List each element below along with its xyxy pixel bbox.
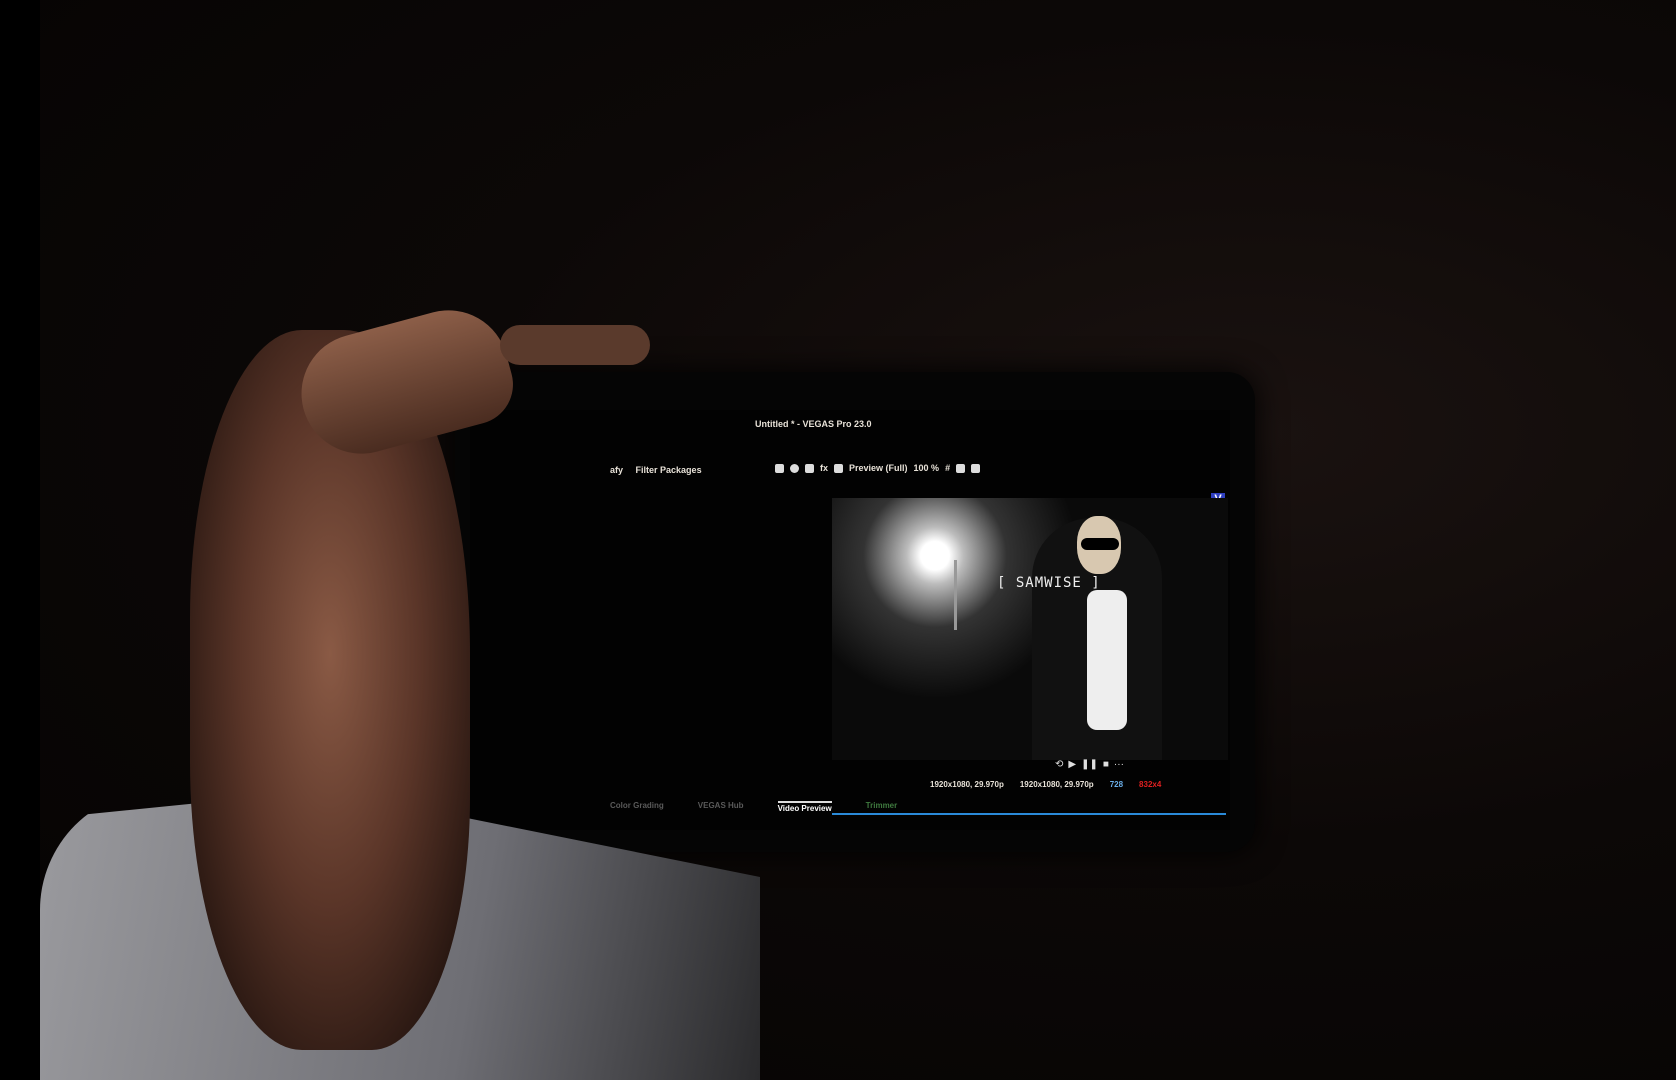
tab-color-grading[interactable]: Color Grading bbox=[610, 801, 664, 813]
tab-vegas-hub[interactable]: VEGAS Hub bbox=[698, 801, 744, 813]
window-tabs: Color Grading VEGAS Hub Video Preview Tr… bbox=[610, 801, 897, 813]
preview-status: 1920x1080, 29.970p 1920x1080, 29.970p 72… bbox=[930, 780, 1161, 789]
accent-line bbox=[832, 813, 1226, 815]
loop-button[interactable]: ⟲ bbox=[1055, 759, 1063, 770]
overlay-icon[interactable] bbox=[834, 463, 844, 473]
more-button[interactable]: ··· bbox=[1114, 759, 1124, 770]
sunglasses bbox=[1081, 538, 1119, 550]
zoom-dropdown[interactable]: 100 % bbox=[914, 463, 940, 473]
preview-quality-dropdown[interactable]: Preview (Full) bbox=[849, 463, 908, 473]
play-button[interactable]: ▶ bbox=[1068, 759, 1076, 770]
grid-icon[interactable]: # bbox=[945, 463, 950, 473]
preview-toolbar: fx Preview (Full) 100 % # bbox=[775, 463, 981, 473]
tab-video-preview[interactable]: Video Preview bbox=[777, 801, 832, 813]
preview-format: 1920x1080, 29.970p bbox=[1019, 780, 1094, 789]
link-icon[interactable] bbox=[805, 463, 814, 473]
tab-partial[interactable]: afy bbox=[610, 465, 623, 475]
video-preview-frame: [ SAMWISE ] bbox=[832, 498, 1228, 760]
fx-icon[interactable]: fx bbox=[820, 463, 828, 473]
window-title: Untitled * - VEGAS Pro 23.0 bbox=[755, 419, 872, 429]
finger bbox=[500, 325, 650, 365]
pause-button[interactable]: ❚❚ bbox=[1081, 759, 1098, 770]
overlay-title-text: [ SAMWISE ] bbox=[997, 575, 1101, 591]
street-lamp bbox=[954, 560, 957, 630]
left-border bbox=[0, 0, 40, 1080]
copy-snapshot-icon[interactable] bbox=[956, 463, 966, 473]
properties-icon[interactable] bbox=[775, 463, 784, 473]
stop-button[interactable]: ■ bbox=[1103, 759, 1109, 770]
project-format: 1920x1080, 29.970p bbox=[930, 780, 1004, 789]
filter-packages-tab[interactable]: Filter Packages bbox=[636, 465, 702, 475]
transport-controls: ⟲ ▶ ❚❚ ■ ··· bbox=[1055, 759, 1124, 770]
save-snapshot-icon[interactable] bbox=[971, 463, 981, 473]
dropped-frames: 832x4 bbox=[1139, 780, 1162, 789]
tab-trimmer[interactable]: Trimmer bbox=[866, 801, 898, 813]
settings-icon[interactable] bbox=[790, 463, 799, 473]
display-size: 728 bbox=[1109, 780, 1124, 789]
toolbar-left: afy Filter Packages bbox=[610, 465, 702, 475]
person-shirt bbox=[1087, 590, 1127, 730]
